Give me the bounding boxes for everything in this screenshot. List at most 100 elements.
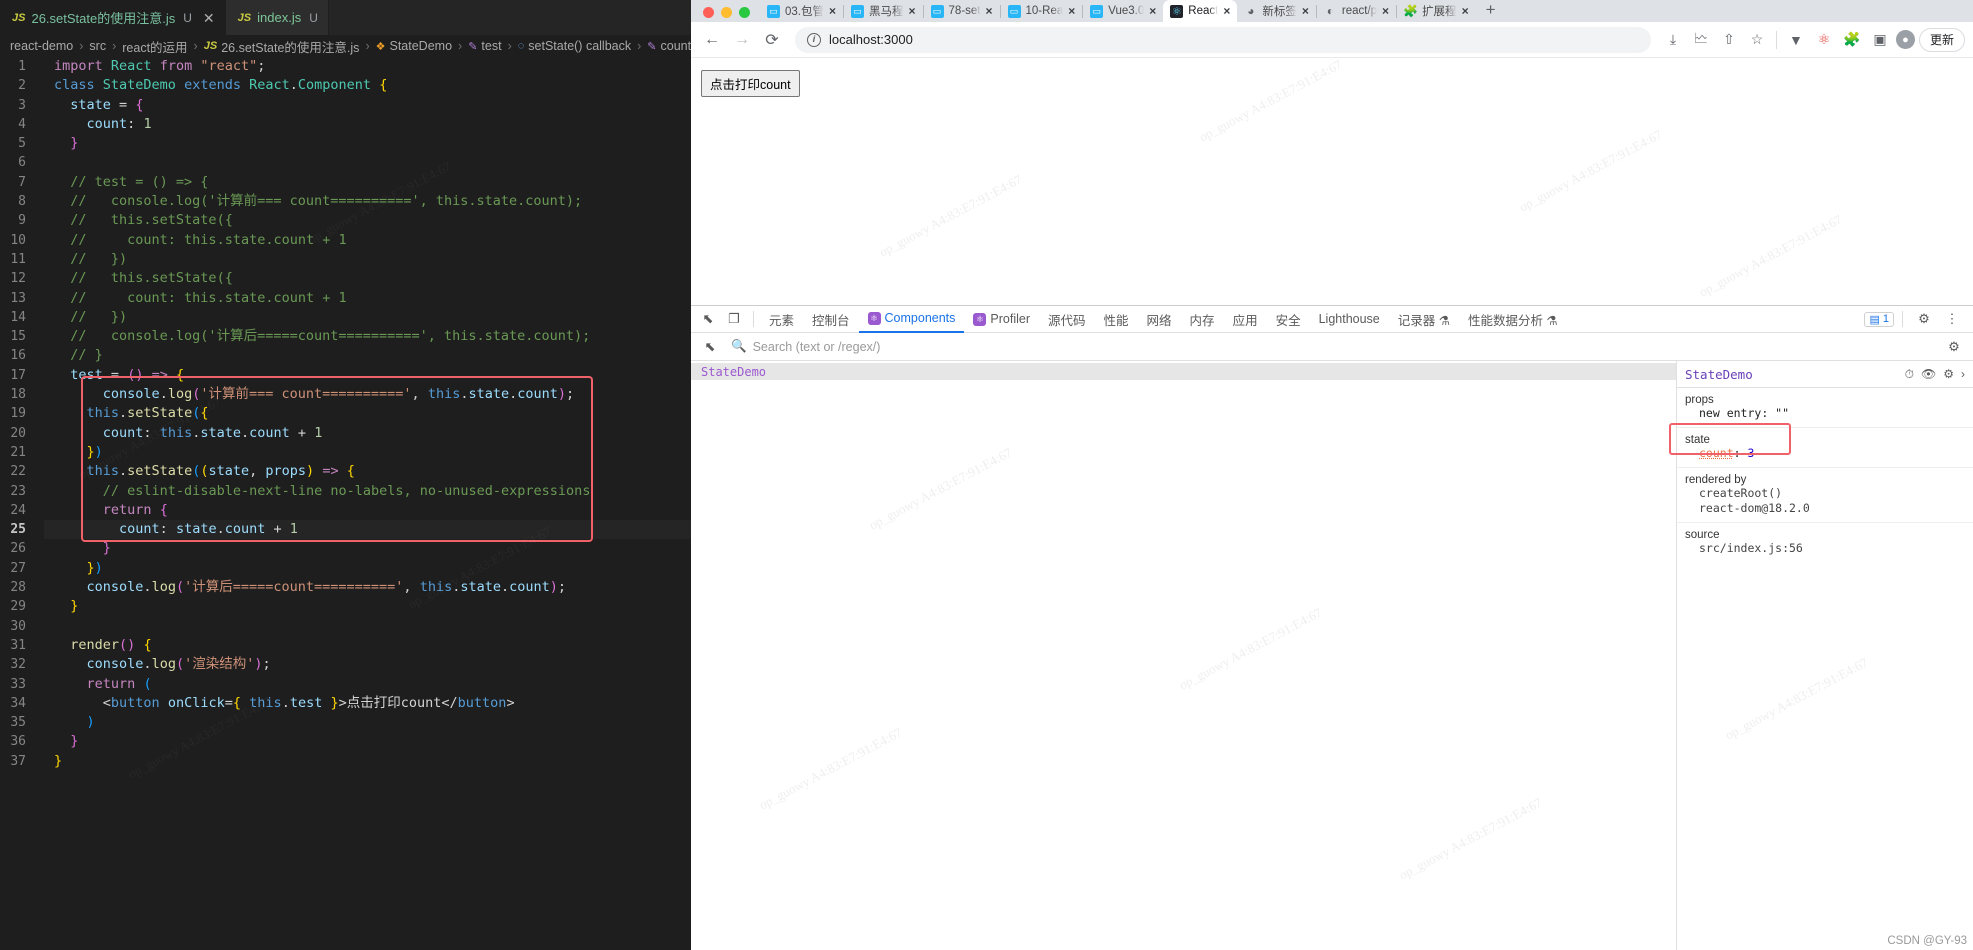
devtools-tab-记录器[interactable]: 记录器 ⚗ xyxy=(1389,306,1459,333)
code-line[interactable]: 19 this.setState({ xyxy=(0,404,691,423)
bookmark-star-icon[interactable]: ☆ xyxy=(1745,28,1769,52)
code-line[interactable]: 30 xyxy=(0,617,691,636)
print-count-button[interactable]: 点击打印count xyxy=(701,70,800,97)
code-line[interactable]: 13 // count: this.state.count + 1 xyxy=(0,289,691,308)
code-line[interactable]: 25 count: state.count + 1 xyxy=(0,520,691,539)
chevron-right-icon[interactable]: › xyxy=(1961,367,1965,382)
code-line[interactable]: 24 return { xyxy=(0,501,691,520)
bug-icon[interactable]: ⚙ xyxy=(1943,367,1954,382)
devtools-tab-源代码[interactable]: 源代码 xyxy=(1039,306,1095,333)
browser-tab-3[interactable]: ▭ 10-Rea × xyxy=(1001,0,1083,22)
code-line[interactable]: 33 return ( xyxy=(0,675,691,694)
code-line[interactable]: 16 // } xyxy=(0,346,691,365)
devtools-tab-profiler[interactable]: ⚛ Profiler xyxy=(964,306,1039,333)
devtools-tab-components[interactable]: ⚛ Components xyxy=(858,306,965,333)
side-panel-icon[interactable]: ▣ xyxy=(1868,28,1892,52)
devtools-tab-性能数据分析[interactable]: 性能数据分析 ⚗ xyxy=(1459,306,1567,333)
code-line[interactable]: 12 // this.setState({ xyxy=(0,269,691,288)
devtools-tab-lighthouse[interactable]: Lighthouse xyxy=(1310,306,1389,333)
browser-tab-4[interactable]: ▭ Vue3.0 × xyxy=(1083,0,1163,22)
code-line[interactable]: 1 import React from "react"; xyxy=(0,57,691,76)
breadcrumb-item-6[interactable]: setState() callback xyxy=(528,39,631,53)
react-search-row[interactable]: 🔍 Search (text or /regex/) xyxy=(731,339,1933,354)
source-row[interactable]: src/index.js:56 xyxy=(1685,541,1965,556)
code-line[interactable]: 21 }) xyxy=(0,443,691,462)
close-icon[interactable]: × xyxy=(909,4,916,18)
close-window-icon[interactable] xyxy=(703,7,714,18)
code-line[interactable]: 34 <button onClick={ this.test }>点击打印cou… xyxy=(0,694,691,713)
code-line[interactable]: 20 count: this.state.count + 1 xyxy=(0,424,691,443)
code-line[interactable]: 9 // this.setState({ xyxy=(0,211,691,230)
translate-icon[interactable]: 🗠 xyxy=(1689,28,1713,52)
code-line[interactable]: 14 // }) xyxy=(0,308,691,327)
breadcrumb-item-7[interactable]: count xyxy=(661,39,692,53)
window-controls[interactable] xyxy=(691,7,760,22)
code-line[interactable]: 10 // count: this.state.count + 1 xyxy=(0,231,691,250)
devtools-tab-内存[interactable]: 内存 xyxy=(1181,306,1224,333)
code-line[interactable]: 18 console.log('计算前=== count==========',… xyxy=(0,385,691,404)
extensions-puzzle-icon[interactable]: 🧩 xyxy=(1840,28,1864,52)
breadcrumb-item-1[interactable]: src xyxy=(89,39,106,53)
code-line[interactable]: 5 } xyxy=(0,134,691,153)
browser-tab-2[interactable]: ▭ 78-set × xyxy=(924,0,1000,22)
code-line[interactable]: 35 ) xyxy=(0,713,691,732)
code-line[interactable]: 31 render() { xyxy=(0,636,691,655)
info-icon[interactable]: i xyxy=(807,32,821,47)
settings-gear-icon[interactable]: ⚙ xyxy=(1911,308,1937,330)
code-line[interactable]: 17 test = () => { xyxy=(0,366,691,385)
close-icon[interactable]: × xyxy=(1462,4,1469,18)
editor-tab-setstate[interactable]: JS 26.setState的使用注意.js U ✕ xyxy=(0,0,226,35)
state-row[interactable]: count: 3 xyxy=(1685,446,1965,461)
device-toolbar-icon[interactable]: ❐ xyxy=(721,308,747,330)
code-line[interactable]: 8 // console.log('计算前=== count==========… xyxy=(0,192,691,211)
code-editor[interactable]: 1 import React from "react"; 2 class StateD… xyxy=(0,57,691,771)
code-line[interactable]: 37} xyxy=(0,752,691,771)
close-icon[interactable]: × xyxy=(1223,4,1230,18)
code-line[interactable]: 4 count: 1 xyxy=(0,115,691,134)
code-line[interactable]: 2 class StateDemo extends React.Component… xyxy=(0,76,691,95)
close-icon[interactable]: × xyxy=(1149,4,1156,18)
code-line[interactable]: 3 state = { xyxy=(0,96,691,115)
devtools-tab-性能[interactable]: 性能 xyxy=(1095,306,1138,333)
back-button[interactable]: ← xyxy=(699,27,725,53)
avatar[interactable]: ● xyxy=(1895,30,1915,49)
devtools-tab-元素[interactable]: 元素 xyxy=(760,306,803,333)
close-icon[interactable]: × xyxy=(1382,4,1389,18)
rendered-by-row[interactable]: createRoot() xyxy=(1685,486,1965,501)
code-line[interactable]: 26 } xyxy=(0,539,691,558)
minimize-window-icon[interactable] xyxy=(721,7,732,18)
devtools-tab-应用[interactable]: 应用 xyxy=(1224,306,1267,333)
issues-badge[interactable]: ▤ 1 xyxy=(1864,311,1894,327)
eye-icon[interactable]: 👁 xyxy=(1921,367,1936,382)
close-icon[interactable]: × xyxy=(829,4,836,18)
code-line[interactable]: 36 } xyxy=(0,732,691,751)
browser-tab-0[interactable]: ▭ 03.包管 × xyxy=(760,0,843,22)
maximize-window-icon[interactable] xyxy=(739,7,750,18)
browser-tab-1[interactable]: ▭ 黑马程 × xyxy=(844,0,923,22)
code-line[interactable]: 23 // eslint-disable-next-line no-labels… xyxy=(0,482,691,501)
breadcrumb-item-0[interactable]: react-demo xyxy=(10,39,73,53)
code-line[interactable]: 27 }) xyxy=(0,559,691,578)
browser-tab-5[interactable]: ⚛ React × xyxy=(1163,0,1238,22)
code-line[interactable]: 15 // console.log('计算后=====count========… xyxy=(0,327,691,346)
devtools-tab-安全[interactable]: 安全 xyxy=(1267,306,1310,333)
react-devtools-extension-icon[interactable]: ⚛ xyxy=(1812,28,1836,52)
share-icon[interactable]: ⇧ xyxy=(1717,28,1741,52)
forward-button[interactable]: → xyxy=(729,27,755,53)
code-line[interactable]: 6 xyxy=(0,153,691,172)
close-icon[interactable]: × xyxy=(986,4,993,18)
props-row[interactable]: new entry: "" xyxy=(1685,406,1965,421)
reload-button[interactable]: ⟳ xyxy=(759,27,785,53)
code-line[interactable]: 7 // test = () => { xyxy=(0,173,691,192)
downloads-icon[interactable]: ⤓ xyxy=(1661,28,1685,52)
timer-icon[interactable]: ⏱ xyxy=(1905,367,1914,382)
devtools-tab-控制台[interactable]: 控制台 xyxy=(803,306,859,333)
tree-item-statedemo[interactable]: StateDemo xyxy=(691,363,1676,380)
code-line[interactable]: 11 // }) xyxy=(0,250,691,269)
component-select-icon[interactable]: ⬉ xyxy=(697,336,723,358)
code-line[interactable]: 32 console.log('渲染结构'); xyxy=(0,655,691,674)
close-icon[interactable]: × xyxy=(1302,4,1309,18)
update-button[interactable]: 更新 xyxy=(1918,27,1965,52)
devtools-tab-网络[interactable]: 网络 xyxy=(1138,306,1181,333)
rendered-by-row[interactable]: react-dom@18.2.0 xyxy=(1685,501,1965,516)
